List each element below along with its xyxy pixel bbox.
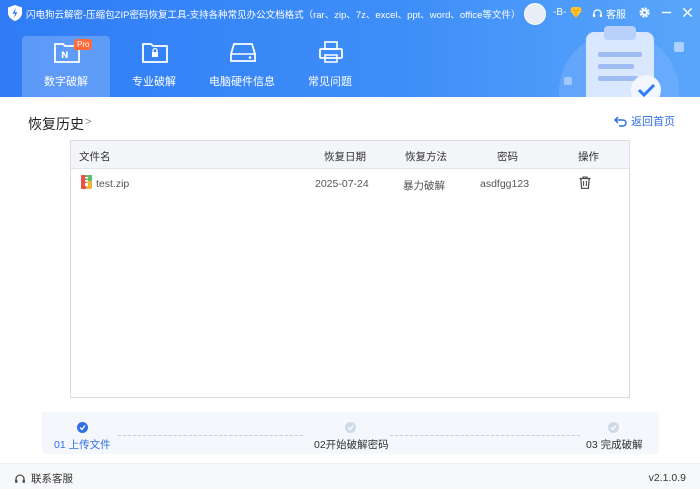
help-printer-icon [319,41,343,63]
col-password: 密码 [497,151,518,163]
step-connector [118,435,303,436]
tab-hardware-info[interactable]: 电脑硬件信息 [198,36,286,97]
back-home-link[interactable]: 返回首页 [614,113,675,129]
col-date: 恢复日期 [324,151,366,163]
folder-key-icon [142,43,168,63]
contact-label: 联系客服 [31,473,73,485]
close-icon[interactable] [681,6,694,19]
history-table: 文件名 恢复日期 恢复方法 密码 操作 test.zip 2025-07-24 … [70,140,630,398]
tab-digital-crack[interactable]: N Pro 数字破解 [22,36,110,97]
recovered-password: asdfgg123 [480,178,530,190]
col-method: 恢复方法 [405,151,447,163]
tab-professional-crack[interactable]: 专业破解 [110,36,198,97]
table-header: 文件名 恢复日期 恢复方法 密码 操作 [71,141,629,169]
pro-badge: Pro [74,39,93,50]
back-home-label: 返回首页 [631,116,675,128]
hard-drive-icon [230,43,256,62]
step-label-complete: 03 完成破解 [586,439,643,451]
contact-support-button[interactable]: 联系客服 [14,471,73,486]
recover-date: 2025-07-24 [315,178,369,190]
breadcrumb-arrow: > [85,116,92,128]
zip-file-icon [81,175,92,189]
check-icon [610,425,617,431]
app-title: 闪电狗云解密-压缩包ZIP密码恢复工具-支持各种常见办公文档格式（rar、zip… [26,10,521,21]
step-dot-3 [608,422,619,433]
step-label-upload: 01 上传文件 [54,439,111,451]
return-arrow-icon [614,115,627,127]
step-label-crack: 02开始破解密码 [314,439,389,451]
status-bar: 联系客服 v2.1.0.9 [0,463,700,489]
tab-label: 电脑硬件信息 [209,76,275,88]
clipboard-illustration [559,26,684,97]
tab-label: 数字破解 [44,76,88,88]
svg-text:N: N [61,51,69,61]
step-connector [390,435,580,436]
tab-faq[interactable]: 常见问题 [286,36,374,97]
page-title: 恢复历史 [28,116,84,132]
file-name: test.zip [96,178,130,190]
app-header: 闪电狗云解密-压缩包ZIP密码恢复工具-支持各种常见办公文档格式（rar、zip… [0,0,700,97]
trash-icon[interactable] [579,176,591,189]
headset-icon [592,8,603,17]
check-icon [79,425,86,431]
col-filename: 文件名 [79,151,111,163]
recover-method: 暴力破解 [403,180,445,192]
main-tabs: N Pro 数字破解 专业破解 电脑硬件信息 常见问题 [22,36,374,97]
table-row[interactable]: test.zip 2025-07-24 暴力破解 asdfgg123 [71,169,629,199]
user-name[interactable]: -B- [553,7,566,18]
check-icon [347,425,354,431]
shield-logo-icon [8,5,22,21]
service-label: 客服 [606,9,626,21]
tab-label: 专业破解 [132,76,176,88]
tab-label: 常见问题 [308,76,352,88]
customer-service-button[interactable]: 客服 [592,6,626,21]
progress-steps: 01 上传文件 02开始破解密码 03 完成破解 [42,412,659,454]
minimize-icon[interactable] [660,6,673,19]
col-action: 操作 [578,151,599,163]
version-label: v2.1.0.9 [648,472,686,484]
headset-icon [15,473,25,483]
settings-gear-icon[interactable] [638,6,651,19]
step-dot-1 [77,422,88,433]
vip-diamond-icon[interactable] [570,7,582,18]
step-dot-2 [345,422,356,433]
